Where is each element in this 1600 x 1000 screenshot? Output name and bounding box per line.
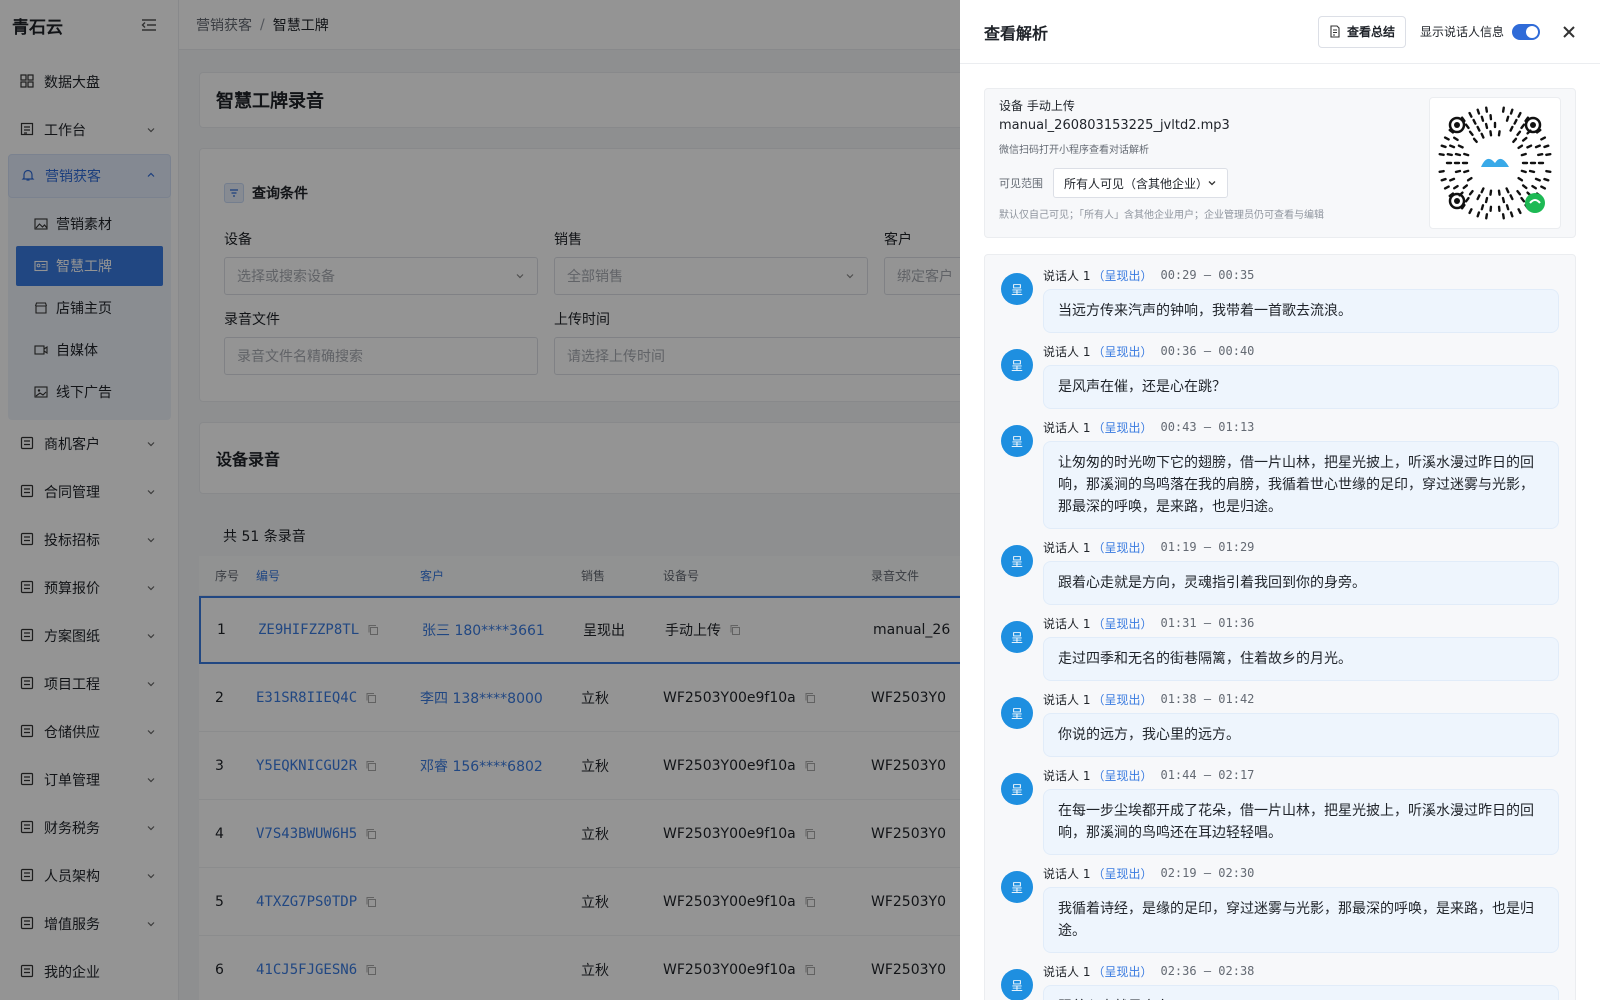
message-meta: 说话人 1 （呈现出） 00:36 — 00:40 — [1043, 341, 1559, 361]
message-time: 02:36 — 02:38 — [1160, 964, 1255, 978]
message-time: 02:19 — 02:30 — [1160, 866, 1255, 880]
message-time: 01:31 — 01:36 — [1160, 616, 1255, 630]
avatar: 呈 — [1001, 773, 1033, 805]
drawer-title: 查看解析 — [984, 23, 1049, 43]
visibility-value: 所有人可见（含其他企业） — [1064, 176, 1209, 191]
conversation-message: 呈说话人 1 （呈现出） 00:29 — 00:35 当远方传来汽声的钟响，我带着一首… — [1001, 265, 1559, 333]
speaker-tag[interactable]: （呈现出） — [1092, 419, 1152, 436]
message-bubble: 让匆匆的时光吻下它的翅膀，借一片山林，把星光披上，听溪水漫过昨日的回响，那溪涧的… — [1043, 441, 1559, 529]
conversation-message: 呈说话人 1（呈现出） 02:36 — 02:38 跟着心走就是方向 — [1001, 961, 1559, 1000]
avatar: 呈 — [1001, 273, 1033, 305]
message-body: 说话人 1 （呈现出） 00:36 — 00:40 是风声在催，还是心在跳？ — [1043, 341, 1559, 409]
message-body: 说话人 1 （呈现出） 01:19 — 01:29 跟着心走就是方向，灵魂指引着我回到… — [1043, 537, 1559, 605]
avatar: 呈 — [1001, 425, 1033, 457]
visibility-label: 可见范围 — [999, 177, 1043, 190]
conversation-list: 呈说话人 1 （呈现出） 00:29 — 00:35 当远方传来汽声的钟响，我带着一首… — [984, 254, 1576, 1000]
speaker-info-toggle[interactable] — [1512, 23, 1540, 40]
message-time: 01:44 — 02:17 — [1160, 768, 1255, 782]
message-bubble: 你说的远方，我心里的远方。 — [1043, 713, 1559, 757]
speaker-name: 说话人 1 — [1043, 420, 1091, 435]
toggle-knob — [1526, 25, 1538, 38]
speaker-name: 说话人 1 — [1043, 692, 1091, 707]
qr-code-icon — [1438, 106, 1552, 220]
speaker-toggle-label: 显示说话人信息 — [1419, 25, 1504, 39]
message-meta: 说话人 1 （呈现出） 02:19 — 02:30 — [1043, 863, 1559, 883]
avatar: 呈 — [1001, 349, 1033, 381]
visibility-select[interactable]: 所有人可见（含其他企业） — [1053, 168, 1228, 198]
avatar: 呈 — [1001, 871, 1033, 903]
message-bubble: 我循着诗经，是缘的足印，穿过迷雾与光影，那最深的呼唤，是来路，也是归途。 — [1043, 887, 1559, 953]
speaker-tag[interactable]: （呈现出） — [1092, 767, 1152, 784]
speaker-name: 说话人 1 — [1043, 540, 1091, 555]
conversation-message: 呈说话人 1 （呈现出） 01:44 — 02:17 在每一步尘埃都开成了花朵，借一片… — [1001, 765, 1559, 855]
message-time: 01:38 — 01:42 — [1160, 692, 1255, 706]
drawer-body: 设备 手动上传 manual_260803153225_jvltd2.mp3 微… — [960, 64, 1600, 1000]
message-body: 说话人 1 （呈现出） 01:38 — 01:42 你说的远方，我心里的远方。 — [1043, 689, 1559, 757]
speaker-tag[interactable]: （呈现出） — [1092, 865, 1152, 882]
avatar: 呈 — [1001, 545, 1033, 577]
close-icon[interactable] — [1562, 25, 1576, 39]
conversation-message: 呈说话人 1 （呈现出） 01:19 — 01:29 跟着心走就是方向，灵魂指引着我回… — [1001, 537, 1559, 605]
speaker-tag[interactable]: （呈现出） — [1092, 267, 1152, 284]
message-bubble: 是风声在催，还是心在跳？ — [1043, 365, 1559, 409]
speaker-tag[interactable]: （呈现出） — [1092, 963, 1152, 980]
message-meta: 说话人 1 （呈现出） 02:36 — 02:38 — [1043, 961, 1559, 981]
speaker-tag[interactable]: （呈现出） — [1092, 615, 1152, 632]
conversation-message: 呈说话人 1 （呈现出） 01:38 — 01:42 你说的远方，我心里的远方。 — [1001, 689, 1559, 757]
speaker-name: 说话人 1 — [1043, 616, 1091, 631]
modal-overlay[interactable] — [0, 0, 960, 1000]
speaker-tag[interactable]: （呈现出） — [1092, 539, 1152, 556]
analysis-drawer: 查看解析 查看总结 显示说话人信息 设备 手动上传 manual_2608031… — [960, 0, 1600, 1000]
speaker-tag[interactable]: （呈现出） — [1092, 691, 1152, 708]
summary-label: 查看总结 — [1346, 25, 1395, 39]
avatar: 呈 — [1001, 621, 1033, 653]
mini-program-qr-code — [1429, 97, 1561, 229]
message-meta: 说话人 1 （呈现出） 01:19 — 01:29 — [1043, 537, 1559, 557]
message-bubble: 走过四季和无名的街巷隔篱，住着故乡的月光。 — [1043, 637, 1559, 681]
conversation-message: 呈说话人 1 （呈现出） 01:31 — 01:36 走过四季和无名的街巷隔篱，住着故… — [1001, 613, 1559, 681]
conversation-message: 呈说话人 1 （呈现出） 00:36 — 00:40 是风声在催，还是心在跳？ — [1001, 341, 1559, 409]
speaker-tag[interactable]: （呈现出） — [1092, 343, 1152, 360]
conversation-message: 呈说话人 1 （呈现出） 02:19 — 02:30 我循着诗经，是缘的足印，穿过迷雾… — [1001, 863, 1559, 953]
drawer-header: 查看解析 查看总结 显示说话人信息 — [960, 0, 1600, 64]
recording-info-card: 设备 手动上传 manual_260803153225_jvltd2.mp3 微… — [984, 88, 1576, 238]
view-summary-button[interactable]: 查看总结 — [1317, 15, 1406, 48]
message-time: 01:19 — 01:29 — [1160, 540, 1255, 554]
message-bubble: 当远方传来汽声的钟响，我带着一首歌去流浪。 — [1043, 289, 1559, 333]
chevron-down-icon — [1207, 178, 1217, 188]
speaker-name: 说话人 1 — [1043, 768, 1091, 783]
speaker-name: 说话人 1 — [1043, 964, 1091, 979]
message-meta: 说话人 1 （呈现出） 00:29 — 00:35 — [1043, 265, 1559, 285]
avatar: 呈 — [1001, 697, 1033, 729]
message-meta: 说话人 1 （呈现出） 01:31 — 01:36 — [1043, 613, 1559, 633]
message-body: 说话人 1 （呈现出） 02:19 — 02:30 我循着诗经，是缘的足印，穿过迷雾与… — [1043, 863, 1559, 953]
message-time: 00:43 — 01:13 — [1160, 420, 1255, 434]
message-body: 说话人 1 （呈现出） 00:43 — 01:13 让匆匆的时光吻下它的翅膀，借一片山… — [1043, 417, 1559, 529]
speaker-name: 说话人 1 — [1043, 866, 1091, 881]
document-icon — [1329, 25, 1341, 38]
message-meta: 说话人 1 （呈现出） 00:43 — 01:13 — [1043, 417, 1559, 437]
message-body: 说话人 1 （呈现出） 01:31 — 01:36 走过四季和无名的街巷隔篱，住着故乡… — [1043, 613, 1559, 681]
speaker-name: 说话人 1 — [1043, 268, 1091, 283]
message-bubble: 跟着心走就是方向 — [1043, 985, 1559, 1000]
conversation-message: 呈说话人 1 （呈现出） 00:43 — 01:13 让匆匆的时光吻下它的翅膀，借一片… — [1001, 417, 1559, 529]
message-time: 00:36 — 00:40 — [1160, 344, 1255, 358]
message-meta: 说话人 1 （呈现出） 01:38 — 01:42 — [1043, 689, 1559, 709]
message-bubble: 跟着心走就是方向，灵魂指引着我回到你的身旁。 — [1043, 561, 1559, 605]
message-bubble: 在每一步尘埃都开成了花朵，借一片山林，把星光披上，听溪水漫过昨日的回响，那溪涧的… — [1043, 789, 1559, 855]
message-body: 说话人 1（呈现出） 02:36 — 02:38 跟着心走就是方向 — [1043, 961, 1559, 1000]
message-meta: 说话人 1 （呈现出） 01:44 — 02:17 — [1043, 765, 1559, 785]
speaker-name: 说话人 1 — [1043, 344, 1091, 359]
avatar: 呈 — [1001, 969, 1033, 1000]
message-time: 00:29 — 00:35 — [1160, 268, 1255, 282]
message-body: 说话人 1 （呈现出） 01:44 — 02:17 在每一步尘埃都开成了花朵，借一片山… — [1043, 765, 1559, 855]
message-body: 说话人 1 （呈现出） 00:29 — 00:35 当远方传来汽声的钟响，我带着一首歌… — [1043, 265, 1559, 333]
